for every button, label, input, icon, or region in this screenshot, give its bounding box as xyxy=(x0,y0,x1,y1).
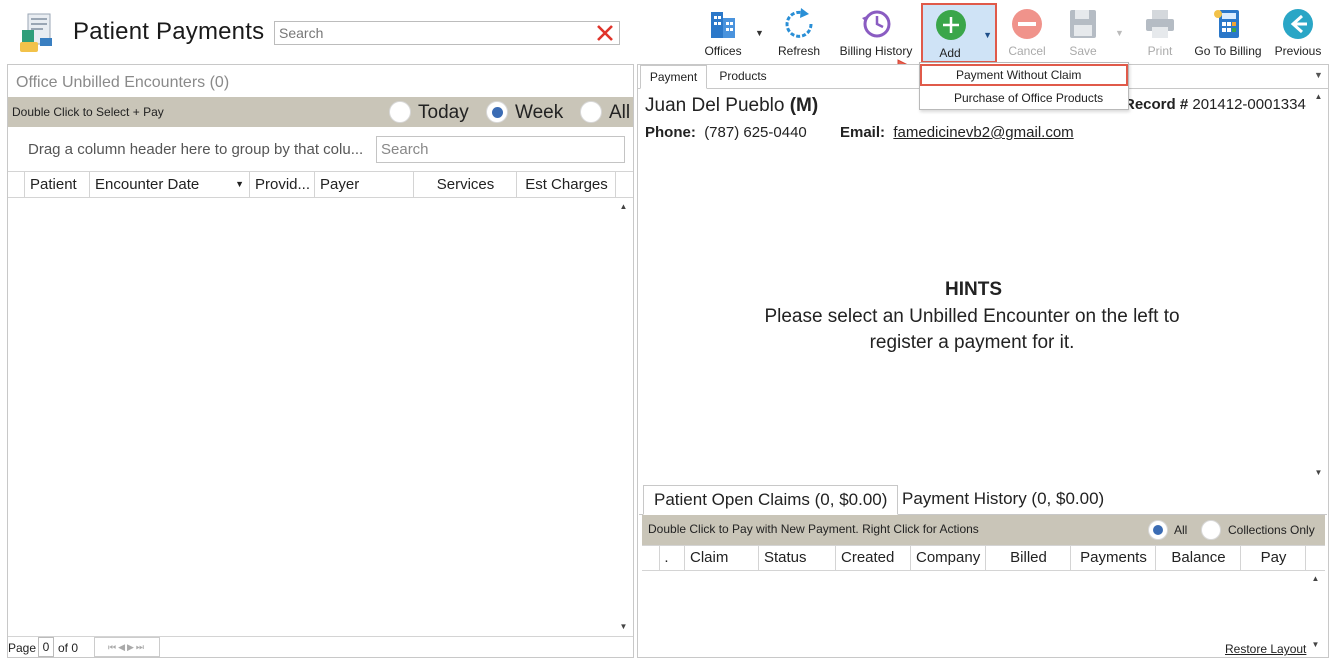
scroll-up-icon[interactable]: ▲ xyxy=(619,202,628,211)
column-payments[interactable]: Payments xyxy=(1070,546,1156,570)
add-dropdown-icon[interactable]: ▼ xyxy=(983,30,992,40)
column-status[interactable]: Status xyxy=(758,546,836,570)
grid-search-box[interactable] xyxy=(376,136,625,163)
tabs-dropdown-icon[interactable]: ▼ xyxy=(1314,70,1323,80)
offices-dropdown-icon[interactable]: ▼ xyxy=(755,28,764,38)
patient-name: Juan Del Pueblo (M) xyxy=(645,95,819,116)
claims-scroll-down-icon[interactable]: ▼ xyxy=(1311,640,1320,649)
offices-icon xyxy=(705,6,741,42)
radio-claims-all[interactable] xyxy=(1148,520,1168,540)
column-company[interactable]: Company xyxy=(910,546,986,570)
patient-email: Email: famedicinevb2@gmail.com xyxy=(840,124,1074,141)
record-number: Record # 201412-0001334 xyxy=(1124,96,1306,113)
hints-text-line1: Please select an Unbilled Encounter on t… xyxy=(764,306,1180,327)
close-icon[interactable] xyxy=(595,23,615,43)
menu-item-payment-without-claim[interactable]: Payment Without Claim xyxy=(920,64,1128,86)
column-provider[interactable]: Provid... xyxy=(249,172,315,197)
column-billed[interactable]: Billed xyxy=(985,546,1071,570)
radio-all[interactable] xyxy=(580,101,602,123)
radio-week-label: Week xyxy=(515,102,564,123)
patient-sex: (M) xyxy=(789,95,819,116)
tab-payment-history[interactable]: Payment History (0, $0.00) xyxy=(892,485,1114,515)
search-box[interactable] xyxy=(274,21,620,45)
save-button[interactable]: Save xyxy=(1060,4,1106,62)
add-plus-icon xyxy=(933,7,969,43)
pager-total-label: of 0 xyxy=(58,641,79,655)
grid-search-input[interactable] xyxy=(377,137,617,162)
column-spacer xyxy=(615,172,633,197)
add-button[interactable]: Add ▼ xyxy=(921,3,997,63)
refresh-button[interactable]: Refresh xyxy=(774,4,824,62)
previous-button[interactable]: Previous xyxy=(1272,4,1324,62)
add-dropdown-menu: Payment Without Claim Purchase of Office… xyxy=(919,62,1129,110)
column-est-charges[interactable]: Est Charges xyxy=(516,172,616,197)
save-dropdown-icon[interactable]: ▼ xyxy=(1115,28,1124,38)
claims-hint: Double Click to Pay with New Payment. Ri… xyxy=(648,522,979,536)
restore-layout-link[interactable]: Restore Layout xyxy=(1225,642,1306,656)
history-clock-icon xyxy=(858,6,894,42)
claims-scroll-up-icon[interactable]: ▲ xyxy=(1311,574,1320,583)
menu-item-purchase-office-products[interactable]: Purchase of Office Products xyxy=(920,87,1128,109)
pager-page-input[interactable]: 0 xyxy=(38,637,54,657)
radio-collections-only[interactable] xyxy=(1201,520,1221,540)
radio-week[interactable] xyxy=(486,101,508,123)
back-arrow-icon xyxy=(1280,6,1316,42)
column-claim[interactable]: Claim xyxy=(684,546,759,570)
column-encounter-date[interactable]: Encounter Date ▼ xyxy=(89,172,250,197)
go-to-billing-button[interactable]: Go To Billing xyxy=(1192,4,1264,62)
group-by-hint: Drag a column header here to group by th… xyxy=(28,141,364,158)
payment-scroll-down-icon[interactable]: ▼ xyxy=(1314,468,1323,477)
pager-navigation-icon[interactable]: ⏮◀▶⏭ xyxy=(94,637,160,657)
column-created[interactable]: Created xyxy=(835,546,911,570)
print-button[interactable]: Print xyxy=(1138,4,1182,62)
radio-collections-only-label: Collections Only xyxy=(1228,523,1315,537)
encounters-grid-header: Patient Encounter Date ▼ Provid... Payer… xyxy=(8,171,633,198)
billing-history-button[interactable]: Billing History xyxy=(836,4,916,62)
column-services[interactable]: Services xyxy=(413,172,517,197)
radio-all-label: All xyxy=(609,102,631,123)
printer-icon xyxy=(1142,6,1178,42)
column-pay[interactable]: Pay xyxy=(1240,546,1306,570)
claims-grid-header: . Claim Status Created Company Billed Pa… xyxy=(642,545,1325,571)
hints-title: HINTS xyxy=(945,279,1002,300)
patient-phone: Phone: (787) 625-0440 xyxy=(645,124,807,141)
tab-patient-open-claims[interactable]: Patient Open Claims (0, $0.00) xyxy=(643,485,899,515)
column-spacer xyxy=(1305,546,1325,570)
sort-desc-icon: ▼ xyxy=(235,179,244,189)
cancel-button[interactable]: Cancel xyxy=(1004,4,1050,62)
column-balance[interactable]: Balance xyxy=(1155,546,1241,570)
radio-today-label: Today xyxy=(418,102,469,123)
tab-products[interactable]: Products xyxy=(708,65,778,89)
scroll-down-icon[interactable]: ▼ xyxy=(619,622,628,631)
hints-text-line2: register a payment for it. xyxy=(869,332,1075,353)
page-title: Patient Payments xyxy=(73,18,265,45)
cancel-minus-icon xyxy=(1009,6,1045,42)
column-payer[interactable]: Payer xyxy=(314,172,414,197)
radio-today[interactable] xyxy=(389,101,411,123)
pager-page-label: Page xyxy=(8,641,37,655)
search-input[interactable] xyxy=(275,22,585,44)
refresh-icon xyxy=(781,6,817,42)
email-link[interactable]: famedicinevb2@gmail.com xyxy=(893,124,1073,141)
payment-scroll-up-icon[interactable]: ▲ xyxy=(1314,92,1323,101)
billing-calculator-icon xyxy=(1210,6,1246,42)
unbilled-encounters-title: Office Unbilled Encounters (0) xyxy=(16,74,230,91)
radio-claims-all-label: All xyxy=(1174,523,1188,537)
patient-payments-icon xyxy=(18,12,58,54)
offices-button[interactable]: Offices xyxy=(700,4,746,62)
column-patient[interactable]: Patient xyxy=(24,172,90,197)
column-indicator[interactable]: . xyxy=(659,546,673,570)
save-disk-icon xyxy=(1065,6,1101,42)
tab-payment[interactable]: Payment xyxy=(640,65,707,89)
encounters-hint: Double Click to Select + Pay xyxy=(12,105,164,119)
